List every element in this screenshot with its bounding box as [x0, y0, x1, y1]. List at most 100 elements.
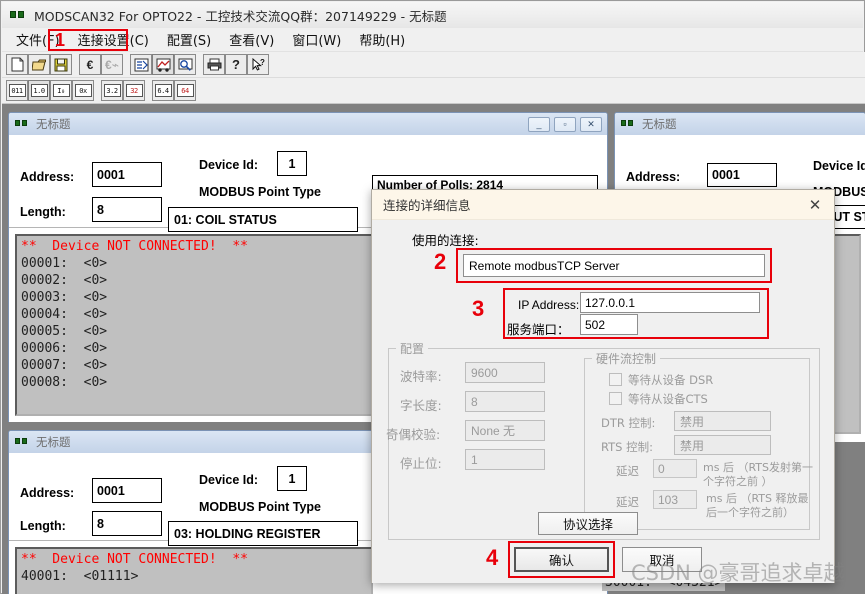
child2-point-type-label: MODBUS Point Type	[199, 500, 321, 514]
wait-cts-label: 等待从设备CTS	[628, 392, 708, 406]
int32-format-label: 3.2	[106, 86, 118, 95]
child1-data-row-3: 00003: <0>	[21, 290, 108, 305]
child1-minimize-icon[interactable]: _	[528, 116, 550, 132]
child3-title: 无标题	[642, 117, 677, 131]
connect-icon[interactable]: €	[79, 54, 101, 75]
delay-1-label: 延迟	[616, 464, 639, 478]
float32-format-icon[interactable]: 32	[123, 80, 145, 101]
decimal-format-icon[interactable]: 1.0	[28, 80, 50, 101]
disconnect-icon[interactable]: €⌁	[101, 54, 123, 75]
wait-dsr-label: 等待从设备 DSR	[628, 373, 714, 387]
about-icon[interactable]: ?	[225, 54, 247, 75]
show-traffic-icon[interactable]	[174, 54, 196, 75]
format-toolbar: 011 1.0 I₀ 0x 3.2 32 6.4 64	[2, 78, 865, 104]
ip-address-label: IP Address:	[518, 298, 580, 312]
open-icon[interactable]	[28, 54, 50, 75]
child1-data-row-8: 00008: <0>	[21, 375, 108, 390]
ok-button[interactable]: 确认	[514, 547, 609, 572]
child1-maximize-icon[interactable]: ▫	[554, 116, 576, 132]
int64-format-icon[interactable]: 6.4	[152, 80, 174, 101]
int32-format-icon[interactable]: 3.2	[101, 80, 123, 101]
child1-data-pane[interactable]: ** Device NOT CONNECTED! ** 00001: <0> 0…	[15, 234, 373, 416]
wait-cts-checkbox[interactable]	[609, 392, 622, 405]
delay-1-suffix: ms 后 （RTS发射第一 个字符之前 ）	[703, 461, 813, 488]
menu-item-window[interactable]: 窗口(W)	[283, 28, 350, 51]
window-titlebar: MODSCAN32 For OPTO22 - 工控技术交流QQ群：2071492…	[2, 2, 863, 28]
child1-titlebar[interactable]: 无标题 _ ▫ ✕	[9, 113, 607, 135]
step-marker-2: 2	[434, 249, 447, 274]
child1-length-input[interactable]: 8	[92, 197, 162, 222]
int64-format-label: 6.4	[157, 86, 169, 95]
step-marker-1: 1	[55, 30, 66, 50]
child1-address-input[interactable]: 0001	[92, 162, 162, 187]
dtr-control-label: DTR 控制:	[601, 416, 656, 430]
binary-format-label: 011	[11, 86, 23, 95]
child1-point-type-combo[interactable]: 01: COIL STATUS	[168, 207, 358, 232]
child2-device-id-label: Device Id:	[199, 473, 259, 487]
main-toolbar: € €⌁ ? ?	[2, 52, 865, 78]
child2-length-input[interactable]: 8	[92, 511, 162, 536]
step-marker-4: 4	[486, 545, 499, 570]
context-help-icon[interactable]: ?	[247, 54, 269, 75]
cancel-button[interactable]: 取消	[622, 547, 702, 572]
hex-format-icon[interactable]: 0x	[72, 80, 94, 101]
service-port-input[interactable]: 502	[580, 314, 638, 335]
protocol-select-button[interactable]: 协议选择	[538, 512, 638, 535]
child1-close-icon[interactable]: ✕	[580, 116, 602, 132]
integer-format-icon[interactable]: I₀	[50, 80, 72, 101]
ip-address-input[interactable]: 127.0.0.1	[580, 292, 760, 313]
integer-format-label: I₀	[57, 86, 65, 95]
toolbar-group-display	[130, 54, 196, 75]
wait-dsr-checkbox[interactable]	[609, 373, 622, 386]
dialog-title: 连接的详细信息	[383, 198, 471, 213]
child3-titlebar[interactable]: 无标题	[615, 113, 865, 135]
child3-device-id-label: Device Id:	[813, 159, 865, 173]
child1-data-row-5: 00005: <0>	[21, 324, 108, 339]
child3-address-label: Address:	[626, 170, 681, 184]
display-options-icon[interactable]	[152, 54, 174, 75]
parity-select[interactable]: None 无	[465, 420, 545, 441]
delay-1-input[interactable]: 0	[653, 459, 697, 478]
new-icon[interactable]	[6, 54, 28, 75]
child1-title: 无标题	[36, 117, 71, 131]
child2-data-pane[interactable]: ** Device NOT CONNECTED! ** 40001: <0111…	[15, 547, 373, 594]
decimal-format-label: 1.0	[33, 86, 45, 95]
data-definition-icon[interactable]	[130, 54, 152, 75]
child1-device-id-label: Device Id:	[199, 158, 259, 172]
menu-item-setup[interactable]: 配置(S)	[158, 28, 220, 51]
delay-2-label: 延迟	[616, 495, 639, 509]
child2-address-label: Address:	[20, 486, 75, 500]
dtr-control-select[interactable]: 禁用	[674, 411, 771, 431]
binary-format-icon[interactable]: 011	[6, 80, 28, 101]
child1-data-row-6: 00006: <0>	[21, 341, 108, 356]
data-bits-select[interactable]: 8	[465, 391, 545, 412]
toolbar-group-file	[6, 54, 72, 75]
save-icon[interactable]	[50, 54, 72, 75]
menu-item-view[interactable]: 查看(V)	[220, 28, 283, 51]
rts-control-select[interactable]: 禁用	[674, 435, 771, 455]
child2-error-line: ** Device NOT CONNECTED! **	[21, 552, 248, 567]
print-icon[interactable]	[203, 54, 225, 75]
child1-data-row-2: 00002: <0>	[21, 273, 108, 288]
close-icon[interactable]: ✕	[802, 194, 828, 216]
child2-title: 无标题	[36, 435, 71, 449]
connection-select[interactable]: Remote modbusTCP Server	[463, 254, 765, 277]
child2-point-type-combo[interactable]: 03: HOLDING REGISTER	[168, 521, 358, 546]
child2-device-id-input[interactable]: 1	[277, 466, 307, 491]
hex-format-label: 0x	[79, 86, 87, 95]
baud-rate-select[interactable]: 9600	[465, 362, 545, 383]
delay-2-input[interactable]: 103	[653, 490, 697, 509]
configuration-groupbox-label: 配置	[396, 340, 429, 357]
menu-item-connection-settings[interactable]: 连接设置(C)	[69, 28, 158, 51]
flow-control-groupbox-label: 硬件流控制	[592, 350, 661, 367]
float32-format-label: 32	[130, 86, 138, 95]
stop-bits-label: 停止位:	[400, 456, 442, 471]
menu-item-help[interactable]: 帮助(H)	[350, 28, 414, 51]
toolbar-group-format-a: 011 1.0 I₀ 0x	[6, 80, 94, 101]
child1-device-id-input[interactable]: 1	[277, 151, 307, 176]
child3-address-input[interactable]: 0001	[707, 163, 777, 187]
stop-bits-select[interactable]: 1	[465, 449, 545, 470]
child2-address-input[interactable]: 0001	[92, 478, 162, 503]
toolbar-group-format-b: 3.2 32	[101, 80, 145, 101]
float64-format-icon[interactable]: 64	[174, 80, 196, 101]
